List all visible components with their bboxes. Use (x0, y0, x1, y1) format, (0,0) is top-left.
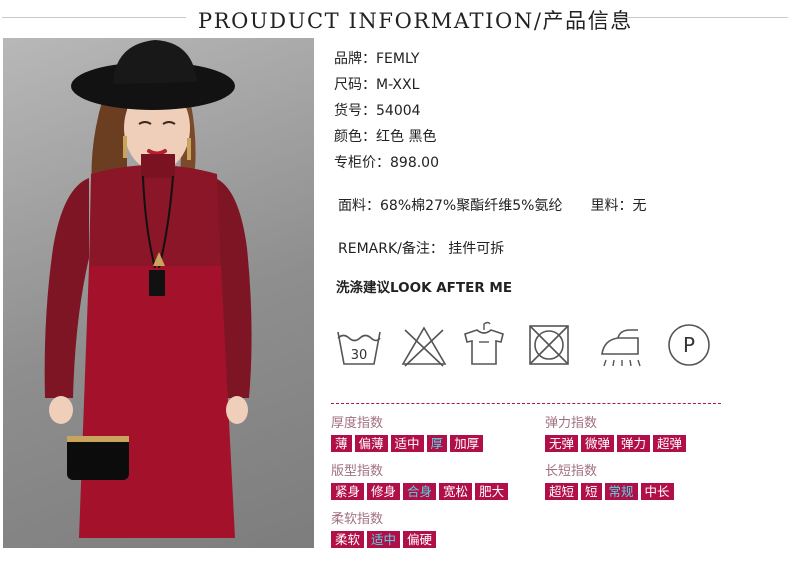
model-illustration (44, 40, 252, 538)
product-photo (3, 38, 314, 548)
elasticity-title: 弹力指数 (545, 416, 598, 431)
fabric-info: 面料：68%棉27%聚酯纤维5%氨纶 里料：无 (338, 195, 646, 215)
elasticity-options: 无弹 微弹 弹力 超弹 (545, 435, 687, 452)
spec-color: 颜色：红色 黑色 (334, 129, 437, 145)
hang-dry-icon (464, 321, 504, 365)
softness-option: 偏硬 (403, 531, 437, 548)
softness-option-selected: 适中 (367, 531, 401, 548)
fabric-lining: 里料：无 (590, 198, 647, 214)
fit-option-selected: 合身 (403, 483, 437, 500)
length-option: 超短 (545, 483, 579, 500)
no-tumble-dry-icon (529, 325, 569, 365)
wash-title: 洗涤建议LOOK AFTER ME (336, 280, 513, 296)
fit-option: 宽松 (439, 483, 473, 500)
fabric-material: 面料：68%棉27%聚酯纤维5%氨纶 (338, 198, 563, 214)
softness-option: 柔软 (331, 531, 365, 548)
spec-brand: 品牌：FEMLY (334, 51, 420, 67)
fit-title: 版型指数 (331, 464, 384, 479)
length-option: 短 (581, 483, 602, 500)
thickness-option-selected: 厚 (426, 435, 448, 452)
fit-options: 紧身 修身 合身 宽松 肥大 (331, 483, 509, 500)
header-rule-left (2, 17, 186, 18)
length-option: 中长 (640, 483, 674, 500)
length-options: 超短短常规 中长 (545, 483, 674, 500)
remark-text: REMARK/备注： 挂件可拆 (338, 241, 505, 257)
dry-clean-p-icon: P (668, 324, 710, 366)
elasticity-option: 超弹 (653, 435, 687, 452)
thickness-option: 加厚 (450, 435, 484, 452)
fit-option: 修身 (367, 483, 401, 500)
section-title: PROUDUCT INFORMATION/产品信息 (198, 9, 633, 33)
length-title: 长短指数 (545, 464, 598, 479)
header-rule-right (614, 17, 788, 18)
thickness-option: 薄 (331, 435, 352, 452)
spec-item-no: 货号：54004 (334, 103, 421, 119)
spec-list: 品牌：FEMLY 尺码：M-XXL 货号：54004 颜色：红色 黑色 专柜价：… (334, 46, 439, 176)
divider (331, 403, 721, 404)
elasticity-option: 弹力 (617, 435, 651, 452)
fit-option: 肥大 (475, 483, 509, 500)
length-option-selected: 常规 (604, 483, 638, 500)
thickness-option: 偏薄 (354, 435, 388, 452)
section-header: PROUDUCT INFORMATION/产品信息 (0, 0, 790, 36)
thickness-options: 薄偏薄 适中厚加厚 (331, 435, 484, 452)
softness-options: 柔软 适中 偏硬 (331, 531, 437, 548)
dryclean-letter: P (683, 333, 695, 357)
thickness-option: 适中 (390, 435, 424, 452)
spec-price: 专柜价：898.00 (334, 155, 439, 171)
thickness-title: 厚度指数 (331, 416, 384, 431)
steam-iron-icon (601, 329, 641, 367)
elasticity-option: 微弹 (581, 435, 615, 452)
no-bleach-icon (401, 326, 447, 367)
wash-temp-label: 30 (351, 348, 368, 363)
spec-size: 尺码：M-XXL (334, 77, 420, 93)
fit-option: 紧身 (331, 483, 365, 500)
elasticity-option: 无弹 (545, 435, 579, 452)
wash-30-icon: 30 (337, 331, 381, 365)
softness-title: 柔软指数 (331, 512, 384, 527)
